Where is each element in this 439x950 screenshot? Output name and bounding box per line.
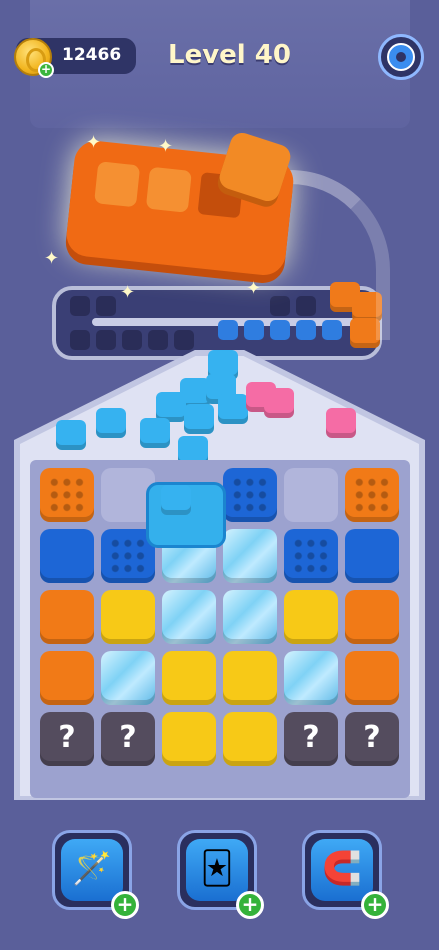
ice-tile[interactable] (223, 590, 277, 644)
add-coins-button[interactable]: + (38, 62, 54, 78)
mystery-tile[interactable]: ? (40, 712, 94, 766)
sparkle-icon: ✦ (158, 136, 174, 157)
mystery-tile[interactable]: ? (284, 712, 338, 766)
add-booster-button[interactable]: + (361, 891, 389, 919)
conveyor-slot (70, 296, 90, 316)
conveyor-slot (70, 330, 90, 350)
blue-crate-tile[interactable] (223, 468, 277, 522)
crate-grid (292, 537, 330, 575)
piece-stud (145, 166, 192, 213)
orange-crate-tile[interactable] (345, 468, 399, 522)
blue-cube (56, 420, 86, 450)
orange-tile[interactable] (345, 590, 399, 644)
cube-holder[interactable] (146, 482, 226, 548)
mystery-tile[interactable]: ? (345, 712, 399, 766)
blue-cube (218, 394, 248, 424)
gear-icon (387, 43, 415, 71)
magnet-icon: 🧲 (322, 849, 362, 887)
booster-face: 🃏 (186, 839, 248, 901)
sparkle-icon: ✦ (86, 132, 102, 153)
pink-cube (326, 408, 356, 438)
conveyor-slot (96, 330, 116, 350)
level-title: Level 40 (168, 40, 291, 70)
crate-grid (231, 476, 269, 514)
ice-tile[interactable] (223, 529, 277, 583)
yellow-tile[interactable] (101, 590, 155, 644)
orange-crate-tile[interactable] (40, 468, 94, 522)
conveyor-cube (218, 320, 238, 340)
settings-button[interactable] (378, 34, 424, 80)
yellow-tile[interactable] (223, 712, 277, 766)
coin-balance: 12466 (62, 45, 122, 65)
pink-cube (264, 388, 294, 418)
crate-grid (109, 537, 147, 575)
booster-face: 🪄 (61, 839, 123, 901)
yellow-tile[interactable] (162, 651, 216, 705)
empty-tile (284, 468, 338, 522)
ice-tile[interactable] (101, 651, 155, 705)
conveyor-slot (96, 296, 116, 316)
booster-face: 🧲 (311, 839, 373, 901)
mystery-tile[interactable]: ? (101, 712, 155, 766)
booster-magnet-button[interactable]: 🧲 + (302, 830, 389, 919)
sparkle-icon: ✦ (246, 278, 262, 299)
yellow-tile[interactable] (223, 651, 277, 705)
blue-tile[interactable] (40, 529, 94, 583)
ice-tile[interactable] (162, 590, 216, 644)
conveyor-slot (148, 330, 168, 350)
conveyor-slot (174, 330, 194, 350)
add-booster-button[interactable]: + (111, 891, 139, 919)
crate-grid (353, 476, 391, 514)
crate-grid (48, 476, 86, 514)
blue-cube (140, 418, 170, 448)
sparkle-icon: ✦ (44, 248, 60, 269)
booster-wand-button[interactable]: 🪄 + (52, 830, 139, 919)
blue-cube (96, 408, 126, 438)
blue-cube (184, 404, 214, 434)
jester-hat-icon: 🃏 (200, 849, 234, 887)
magic-wand-icon: 🪄 (72, 849, 112, 887)
sparkle-icon: ✦ (120, 282, 136, 303)
orange-tile[interactable] (40, 590, 94, 644)
yellow-tile[interactable] (162, 712, 216, 766)
add-booster-button[interactable]: + (236, 891, 264, 919)
piece-stud (94, 161, 141, 208)
yellow-tile[interactable] (284, 590, 338, 644)
orange-tile[interactable] (40, 651, 94, 705)
blue-tile[interactable] (345, 529, 399, 583)
conveyor-slot (122, 330, 142, 350)
booster-jester-button[interactable]: 🃏 + (177, 830, 264, 919)
blue-crate-tile[interactable] (284, 529, 338, 583)
orange-tile[interactable] (345, 651, 399, 705)
blue-cube (161, 485, 191, 515)
ice-tile[interactable] (284, 651, 338, 705)
